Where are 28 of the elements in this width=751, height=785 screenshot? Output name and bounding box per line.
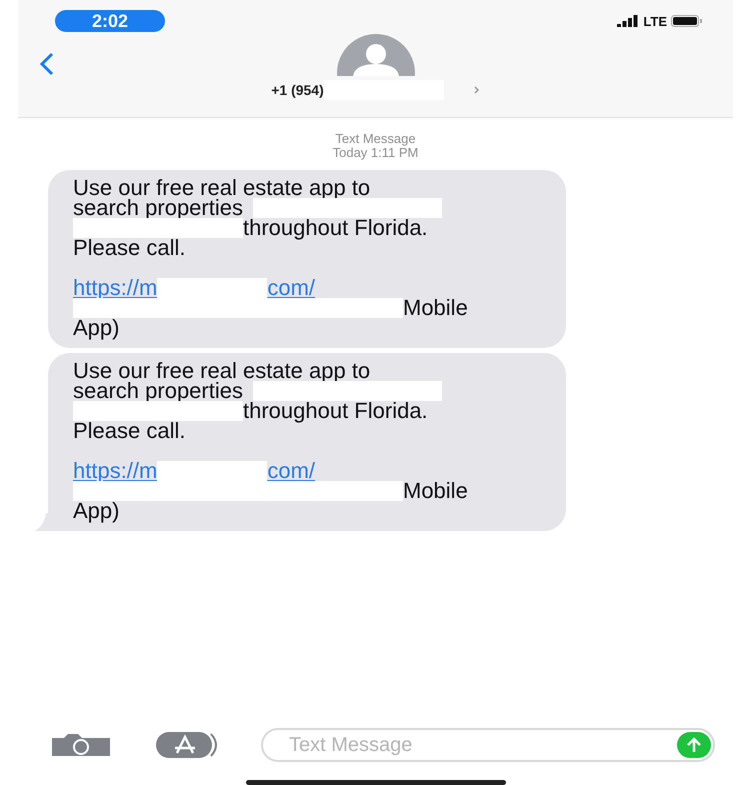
timestamp-label: Text Message: [335, 132, 416, 146]
message-text: throughout Florida.: [243, 218, 428, 238]
message-text: Mobile: [403, 481, 468, 501]
message-text: Please call.: [73, 421, 186, 441]
message-input-field[interactable]: Text Message: [261, 728, 715, 762]
status-time: 2:02: [55, 10, 165, 32]
contact-number[interactable]: +1 (954): [271, 82, 324, 98]
message-link[interactable]: https://m: [73, 461, 158, 481]
battery-icon: [671, 15, 703, 27]
message-text: App): [73, 318, 120, 338]
message-text: App): [73, 501, 120, 521]
arrow-up-icon: [687, 737, 701, 753]
message-text: throughout Florida.: [243, 401, 428, 421]
message-text: Use our free real estate app to: [73, 178, 370, 198]
back-icon[interactable]: [40, 52, 54, 76]
message-text: Mobile: [403, 298, 468, 318]
timestamp-time: Today 1:11 PM: [332, 146, 418, 160]
message-text: search properties: [73, 381, 243, 401]
network-label: LTE: [643, 14, 667, 28]
signal-icon: [617, 15, 640, 27]
message-link[interactable]: com/: [267, 278, 316, 298]
message-link[interactable]: com/: [267, 461, 316, 481]
message-text: Use our free real estate app to: [73, 361, 370, 381]
message-text: Please call.: [73, 238, 186, 258]
message-text: search properties: [73, 198, 243, 218]
message-link[interactable]: https://m: [73, 278, 158, 298]
chevron-icon[interactable]: [474, 86, 480, 94]
camera-icon[interactable]: [50, 733, 112, 757]
